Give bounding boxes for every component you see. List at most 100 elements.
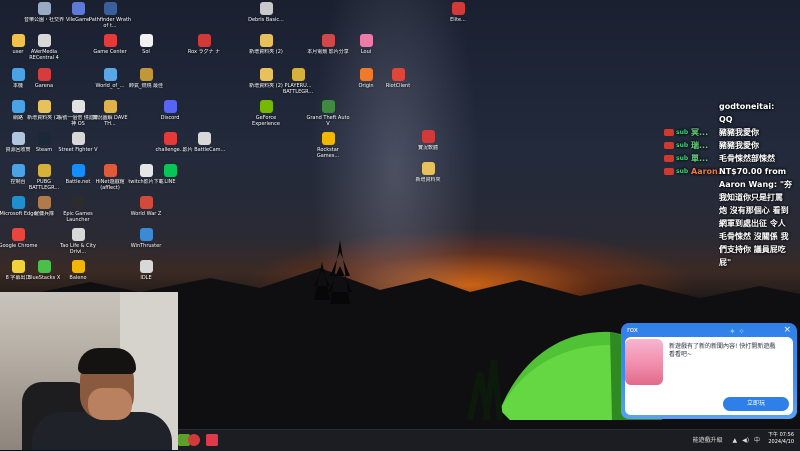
notification-brand: rox (627, 326, 638, 334)
chat-message: 毛骨悚然部悚然 (719, 154, 775, 163)
desktop-icon[interactable]: LINE (148, 164, 192, 185)
desktop-icon-label: Debris Basic... (248, 17, 284, 23)
desktop-icon-label: Baleno (69, 275, 87, 281)
sparkle-icon: ✦ ✧ (729, 327, 745, 336)
desktop-icon[interactable]: 實況軟體 (406, 130, 450, 151)
sub-badge-icon (664, 129, 674, 136)
desktop-icon-label: 實況軟體 (417, 145, 438, 151)
desktop-icon-label: Rox ラグナ ナ (187, 49, 221, 55)
desktop-icon-label: 實況圖解 DAVE TH... (92, 115, 128, 127)
chat-sub-label: sub (676, 168, 689, 175)
webcam-person-hair (78, 348, 136, 374)
app-icon (71, 2, 85, 15)
desktop-icon-label: Street Fighter V (58, 147, 98, 153)
desktop-icon[interactable]: 實況圖解 DAVE TH... (88, 100, 132, 127)
desktop-icon[interactable]: Elite... (436, 2, 480, 23)
desktop-icon[interactable]: IDLE (124, 260, 168, 281)
app-icon (259, 100, 273, 113)
app-icon (37, 2, 51, 15)
app-icon (37, 100, 51, 113)
desktop-icon-label: Garena (34, 83, 54, 89)
desktop-icon[interactable]: Discord (148, 100, 192, 121)
desktop-icon-label: Google Chrome (0, 243, 38, 249)
desktop-icon[interactable]: RiotClient (376, 68, 420, 89)
chat-message: QQ (719, 115, 733, 124)
desktop-icon[interactable]: 新增資料夾 (2) (244, 34, 288, 55)
desktop-icon[interactable]: Loui (344, 34, 388, 55)
chat-sub-label: sub (676, 129, 689, 136)
desktop-icon[interactable]: Epic Games Launcher (56, 196, 100, 223)
desktop-icon-label: Pathfinder Wrath of t... (88, 17, 132, 29)
chat-message: 豬豬我愛你 (719, 128, 759, 137)
chat-username: 單... (691, 154, 709, 163)
desktop-icon[interactable]: SoI (124, 34, 168, 55)
chat-line: sub 瑞... 豬豬我愛你 (664, 139, 800, 152)
desktop-icon[interactable]: Rockstar Games... (306, 132, 350, 159)
desktop-icon[interactable]: Rox ラグナ ナ (182, 34, 226, 55)
chat-line: 我知道你只是打罵 (664, 191, 800, 204)
webcam-feed (0, 292, 178, 450)
app-icon (37, 34, 51, 47)
desktop-icon-label: IDLE (140, 275, 152, 281)
desktop-icon-label: Grand Theft Auto V (306, 115, 350, 127)
chat-line: sub 單... 毛骨悚然部悚然 (664, 152, 800, 165)
play-now-button[interactable]: 立即玩 (723, 397, 789, 411)
app-icon (163, 164, 177, 177)
chat-line: 網軍到處出征 令人 (664, 217, 800, 230)
app-icon (37, 132, 51, 145)
notification-message: 新遊戲有了新的新聞內容! 快打開新遊戲看看吧~ (669, 343, 776, 358)
desktop-icon-label: LINE (164, 179, 176, 185)
desktop-icon[interactable]: Grand Theft Auto V (306, 100, 350, 127)
tray-label[interactable]: 能遊戲升級 (693, 437, 723, 444)
desktop-icon[interactable]: 帥氣_燃燒 最佳 (124, 68, 168, 89)
chat-message: 網軍到處出征 令人 (719, 219, 786, 228)
game-notification-popup: rox ✦ ✧ × 新遊戲有了新的新聞內容! 快打開新遊戲看看吧~ 立即玩 (621, 323, 797, 419)
stream-chat-overlay: godtoneitai: QQ sub 冥... 豬豬我愛你 sub 瑞... … (664, 100, 800, 269)
chat-message: 毛骨悚然 沒關係 我 (719, 232, 789, 241)
volume-icon[interactable]: ◀) (742, 437, 749, 444)
wifi-icon[interactable]: ▲ (733, 437, 738, 444)
desktop-icon[interactable]: AVerMedia RECentral 4 (22, 34, 66, 61)
desktop-icon[interactable]: Google Chrome (0, 228, 40, 249)
app-icon (139, 260, 153, 273)
desktop-icon-label: Elite... (450, 17, 466, 23)
desktop-icon[interactable]: Pathfinder Wrath of t... (88, 2, 132, 29)
desktop-icon[interactable]: Baleno (56, 260, 100, 281)
system-tray[interactable]: 能遊戲升級 ▲ ◀) 中 (693, 435, 760, 444)
app-icon (197, 34, 211, 47)
app-icon (139, 68, 153, 81)
app-icon (321, 132, 335, 145)
app-icon (37, 68, 51, 81)
chat-line: QQ (664, 113, 800, 126)
app-icon (321, 34, 335, 47)
chat-sub-label: sub (676, 155, 689, 162)
desktop-icon[interactable]: Debris Basic... (244, 2, 288, 23)
chat-author: godtoneitai: (719, 102, 775, 111)
desktop-icon[interactable]: 新增資料夾 (406, 162, 450, 183)
clock-date: 2024/4/10 (768, 439, 794, 445)
desktop-icon[interactable]: GeForce Experience (244, 100, 288, 127)
desktop-icon[interactable]: WinThruster (124, 228, 168, 249)
clock-time: 下午 07:56 (768, 432, 794, 438)
chat-message: 豬豬我愛你 (719, 141, 759, 150)
desktop-icon-label: World War Z (130, 211, 162, 217)
app-icon (451, 2, 465, 15)
desktop-icon[interactable]: Tao Life & City Drivi... (56, 228, 100, 255)
input-method-indicator[interactable]: 中 (754, 437, 760, 444)
desktop-icon[interactable]: Garena (22, 68, 66, 89)
desktop-icon-label: Loui (360, 49, 372, 55)
app-icon (71, 164, 85, 177)
chat-username: 冥... (691, 128, 709, 137)
close-icon[interactable]: × (783, 325, 791, 335)
app-icon (11, 228, 25, 241)
sub-badge-icon (664, 168, 674, 175)
app-icon (71, 228, 85, 241)
taskbar-record-icon[interactable] (188, 434, 200, 446)
desktop-icon[interactable]: PLAYERU... BATTLEGR... (276, 68, 320, 95)
desktop-icon-label: Rockstar Games... (316, 147, 340, 159)
desktop-icon[interactable]: World War Z (124, 196, 168, 217)
system-clock[interactable]: 下午 07:56 2024/4/10 (768, 432, 794, 446)
taskbar-app-icon[interactable] (206, 434, 218, 446)
desktop-icon[interactable]: Street Fighter V (56, 132, 100, 153)
desktop-icon[interactable]: 影片 BattleCam... (182, 132, 226, 153)
